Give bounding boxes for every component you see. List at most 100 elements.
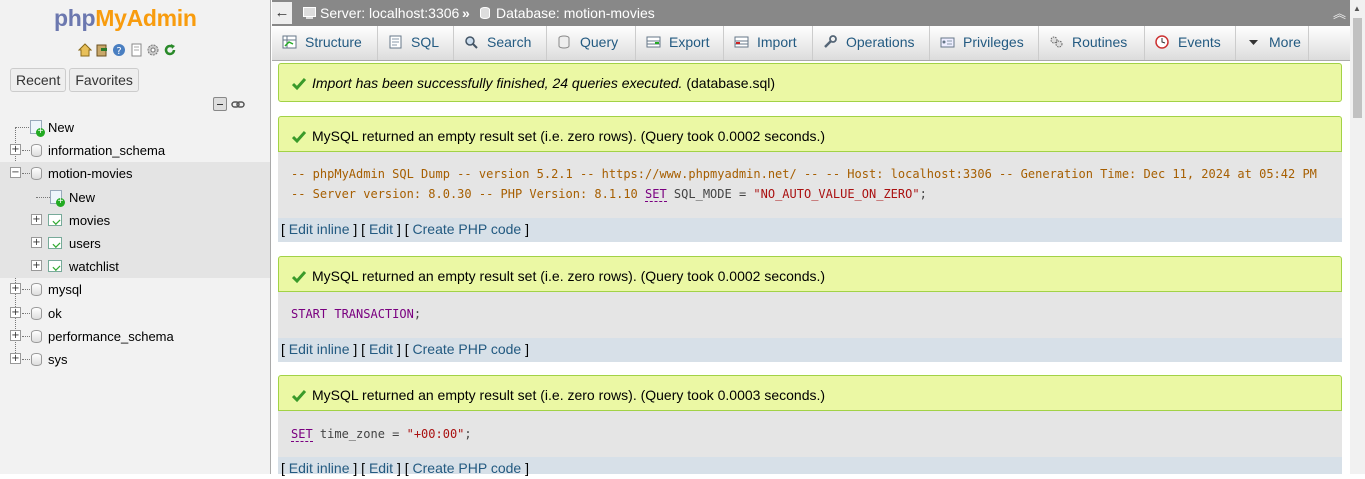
tree-item-label[interactable]: New bbox=[69, 186, 95, 209]
tree-item-label[interactable]: motion-movies bbox=[48, 162, 133, 185]
collapse-icon[interactable]: − bbox=[10, 167, 21, 179]
clock-icon bbox=[1155, 35, 1169, 49]
check-icon bbox=[292, 131, 306, 144]
expand-icon[interactable]: + bbox=[10, 329, 21, 341]
create-php-code-link[interactable]: Create PHP code bbox=[413, 341, 522, 357]
tree-item-label[interactable]: mysql bbox=[48, 278, 82, 301]
edit-link[interactable]: Edit bbox=[369, 341, 393, 357]
tab-privileges[interactable]: Privileges bbox=[930, 26, 1039, 60]
expand-icon[interactable]: + bbox=[10, 283, 21, 295]
settings-icon[interactable] bbox=[146, 43, 160, 57]
tab-structure[interactable]: Structure bbox=[272, 26, 378, 60]
bracket: ] [ bbox=[393, 341, 413, 357]
breadcrumb-separator: » bbox=[462, 5, 470, 21]
breadcrumb-server-label: Server: localhost:3306 bbox=[320, 5, 460, 21]
back-arrow-icon[interactable]: ← bbox=[272, 2, 292, 24]
tree-item-information-schema[interactable]: + information_schema bbox=[0, 139, 270, 162]
tab-favorites[interactable]: Favorites bbox=[69, 68, 139, 92]
tab-events[interactable]: Events bbox=[1145, 26, 1236, 60]
sql-string: "+00:00" bbox=[406, 427, 465, 441]
tab-operations-label: Operations bbox=[846, 34, 915, 50]
edit-inline-link[interactable]: Edit inline bbox=[289, 341, 350, 357]
quick-links: ? bbox=[78, 43, 177, 57]
table-icon bbox=[48, 213, 62, 226]
query-result-text: MySQL returned an empty result set (i.e.… bbox=[312, 128, 826, 144]
collapse-all-icon[interactable] bbox=[213, 97, 227, 111]
sql-query-box: -- phpMyAdmin SQL Dump -- version 5.2.1 … bbox=[278, 152, 1342, 218]
expand-icon[interactable]: + bbox=[10, 352, 21, 364]
tree-item-movies[interactable]: + movies bbox=[0, 208, 270, 232]
breadcrumb-database[interactable]: Database: motion-movies bbox=[479, 5, 655, 21]
navigation-panel: phpMyAdmin ? Recent Favorites New + info… bbox=[0, 0, 271, 474]
breadcrumb-server[interactable]: Server: localhost:3306 bbox=[303, 5, 459, 21]
sql-text: SQL_MODE = bbox=[666, 187, 754, 201]
tree-item-new-table[interactable]: New bbox=[0, 185, 270, 209]
tab-sql-label: SQL bbox=[411, 34, 440, 50]
tab-search[interactable]: Search bbox=[454, 26, 547, 60]
tab-structure-label: Structure bbox=[305, 34, 362, 50]
help-icon[interactable]: ? bbox=[112, 43, 126, 57]
expand-icon[interactable]: + bbox=[31, 236, 42, 248]
svg-text:?: ? bbox=[116, 46, 121, 57]
scroll-up-icon[interactable]: ▲ bbox=[1353, 4, 1361, 13]
expand-icon[interactable]: + bbox=[31, 213, 42, 225]
tree-item-label[interactable]: information_schema bbox=[48, 139, 165, 162]
expand-icon[interactable]: + bbox=[10, 306, 21, 318]
edit-inline-link[interactable]: Edit inline bbox=[289, 221, 350, 237]
tab-recent[interactable]: Recent bbox=[10, 68, 67, 92]
bracket: ] [ bbox=[393, 221, 413, 237]
link-with-main-panel-icon[interactable] bbox=[231, 97, 245, 111]
tab-import[interactable]: Import bbox=[724, 26, 813, 60]
home-icon[interactable] bbox=[78, 43, 92, 57]
reload-icon[interactable] bbox=[163, 43, 177, 57]
collapse-top-icon[interactable]: ︽ bbox=[1333, 3, 1346, 22]
phpmyadmin-logo[interactable]: phpMyAdmin bbox=[54, 5, 197, 32]
tree-item-label[interactable]: New bbox=[48, 116, 74, 139]
tree-item-label[interactable]: sys bbox=[48, 348, 68, 371]
database-icon bbox=[31, 306, 42, 320]
check-icon bbox=[292, 78, 306, 91]
table-icon bbox=[48, 236, 62, 249]
import-success-text: Import has been successfully finished, 2… bbox=[312, 75, 683, 91]
tab-privileges-label: Privileges bbox=[963, 34, 1024, 50]
logout-icon[interactable] bbox=[95, 43, 109, 57]
tree-item-label[interactable]: users bbox=[69, 232, 101, 255]
tree-item-label[interactable]: movies bbox=[69, 209, 110, 232]
tree-item-label[interactable]: ok bbox=[48, 302, 62, 325]
tree-item-new-database[interactable]: New bbox=[0, 116, 270, 139]
tab-search-label: Search bbox=[487, 34, 532, 50]
routines-icon bbox=[1050, 36, 1063, 48]
tree-item-motion-movies[interactable]: − motion-movies bbox=[0, 162, 270, 186]
tab-routines[interactable]: Routines bbox=[1039, 26, 1145, 60]
import-file-name: (database.sql) bbox=[686, 75, 776, 91]
tree-item-ok[interactable]: + ok bbox=[0, 302, 270, 325]
wrench-icon bbox=[824, 35, 837, 48]
tree-item-sys[interactable]: + sys bbox=[0, 348, 270, 371]
tab-query[interactable]: Query bbox=[547, 26, 636, 60]
scrollbar-thumb[interactable] bbox=[1353, 18, 1362, 118]
tree-item-label[interactable]: watchlist bbox=[69, 255, 119, 278]
sql-query-box: START TRANSACTION; bbox=[278, 292, 1342, 338]
database-icon bbox=[31, 283, 42, 297]
tree-item-performance-schema[interactable]: + performance_schema bbox=[0, 325, 270, 348]
create-php-code-link[interactable]: Create PHP code bbox=[413, 221, 522, 237]
tab-sql[interactable]: SQL bbox=[378, 26, 454, 60]
expand-icon[interactable]: + bbox=[10, 144, 21, 156]
query-actions: [ Edit inline ] [ Edit ] [ Create PHP co… bbox=[278, 338, 1342, 362]
tab-more-label: More bbox=[1269, 34, 1301, 50]
bracket: ] bbox=[521, 341, 529, 357]
docs-icon[interactable] bbox=[129, 43, 143, 57]
tree-item-watchlist[interactable]: + watchlist bbox=[0, 255, 270, 279]
tree-item-label[interactable]: performance_schema bbox=[48, 325, 174, 348]
vertical-scrollbar[interactable]: ▲ bbox=[1350, 0, 1365, 474]
tab-export[interactable]: Export bbox=[636, 26, 724, 60]
sql-keyword-link[interactable]: SET bbox=[291, 427, 313, 442]
expand-icon[interactable]: + bbox=[31, 260, 42, 272]
sql-keyword-link[interactable]: SET bbox=[645, 187, 667, 202]
tab-more[interactable]: More bbox=[1236, 26, 1309, 60]
tab-operations[interactable]: Operations bbox=[813, 26, 930, 60]
tree-item-mysql[interactable]: + mysql bbox=[0, 278, 270, 301]
sql-text: ; bbox=[413, 307, 422, 321]
edit-link[interactable]: Edit bbox=[369, 221, 393, 237]
tree-item-users[interactable]: + users bbox=[0, 231, 270, 256]
